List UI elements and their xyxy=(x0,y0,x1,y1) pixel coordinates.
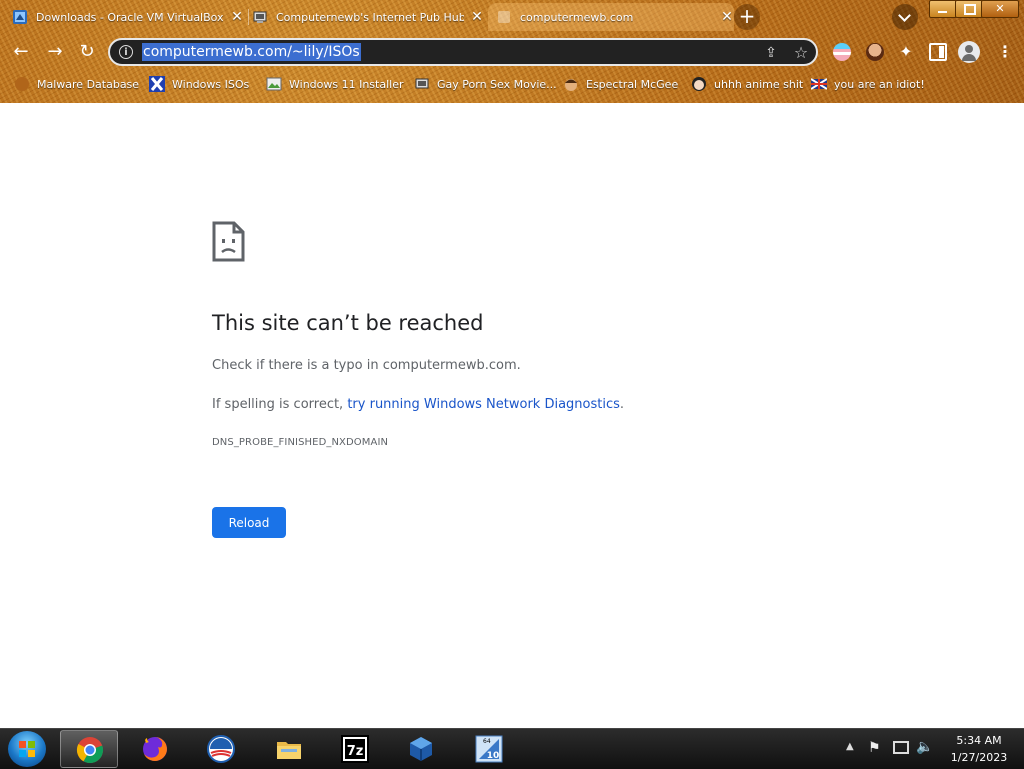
windows10-vm-icon: 64 10 xyxy=(475,735,503,763)
extensions-puzzle-icon[interactable]: ✦ xyxy=(897,43,915,61)
vm-64-label: 64 xyxy=(483,738,491,745)
chrome-logo-icon xyxy=(15,77,29,91)
bookmark-label: Gay Porn Sex Movie... xyxy=(437,77,557,91)
back-button[interactable]: ← xyxy=(8,39,34,65)
new-tab-button[interactable]: + xyxy=(734,4,760,30)
tab-close-icon[interactable]: ✕ xyxy=(470,10,484,24)
face-icon xyxy=(565,79,577,91)
forward-button[interactable]: → xyxy=(42,39,68,65)
tab-separator xyxy=(248,9,249,25)
obama-icon xyxy=(207,735,235,763)
generic-page-favicon-icon xyxy=(498,11,510,23)
bookmark-pub-hub[interactable]: Gay Porn Sex Movie... xyxy=(414,76,557,92)
action-center-flag-icon[interactable]: ⚑ xyxy=(868,740,881,756)
bookmark-espectral-mcgee[interactable]: Espectral McGee xyxy=(563,76,678,92)
taskbar-windows10-vm[interactable]: 64 10 xyxy=(460,730,518,768)
pub-hub-icon xyxy=(415,78,429,89)
bookmark-label: uhhh anime shit xyxy=(714,77,804,91)
bookmark-label: Windows ISOs xyxy=(172,77,250,91)
bookmark-anime[interactable]: uhhh anime shit xyxy=(691,76,803,92)
url-text[interactable]: computermewb.com/~lily/ISOs xyxy=(142,43,361,61)
sad-page-icon xyxy=(212,221,245,262)
clock-date[interactable]: 1/27/2023 xyxy=(940,751,1018,764)
browser-menu-icon[interactable]: ⋮ xyxy=(996,43,1014,61)
taskbar: 7z 64 10 ▲ ⚑ 🔈 5:34 AM 1/27/2023 xyxy=(0,728,1024,769)
virtualbox-icon xyxy=(410,737,432,761)
image-icon xyxy=(266,77,282,91)
maximize-button[interactable] xyxy=(955,0,983,18)
tab-close-icon[interactable]: ✕ xyxy=(230,10,244,24)
bookmark-malware-database[interactable]: Malware Database xyxy=(14,76,139,92)
avatar-extension-icon[interactable] xyxy=(866,43,884,61)
virtualbox-favicon-icon xyxy=(13,10,27,24)
firefox-icon xyxy=(143,737,167,761)
file-explorer-icon xyxy=(277,742,301,759)
bookmark-you-are-an-idiot[interactable]: you are an idiot! xyxy=(811,76,925,92)
tab-title: Computernewb's Internet Pub Hub xyxy=(276,10,464,24)
x-logo-icon xyxy=(149,76,165,92)
close-window-button[interactable] xyxy=(981,0,1019,18)
profile-avatar-icon[interactable] xyxy=(958,41,980,63)
vm-10-label: 10 xyxy=(487,751,500,761)
error-code: DNS_PROBE_FINISHED_NXDOMAIN xyxy=(212,437,389,448)
tab-close-icon[interactable]: ✕ xyxy=(720,10,734,24)
tab-computernewb-pub-hub[interactable]: Computernewb's Internet Pub Hub ✕ xyxy=(252,3,484,31)
start-button[interactable] xyxy=(8,731,46,767)
volume-icon[interactable]: 🔈 xyxy=(916,739,933,755)
bookmark-label: Espectral McGee xyxy=(586,77,679,91)
tab-downloads-virtualbox[interactable]: Downloads - Oracle VM VirtualBox ✕ xyxy=(12,3,244,31)
trans-flag-extension-icon[interactable] xyxy=(833,43,851,61)
tab-computermewb-active[interactable]: computermewb.com ✕ xyxy=(488,3,734,31)
typo-hint: Check if there is a typo in computermewb… xyxy=(212,358,521,373)
chrome-icon xyxy=(76,737,104,764)
tab-title: computermewb.com xyxy=(520,10,634,24)
tab-title: Downloads - Oracle VM VirtualBox xyxy=(36,10,224,24)
pub-hub-favicon-icon xyxy=(253,11,267,23)
address-bar[interactable]: i computermewb.com/~lily/ISOs ⇪ ☆ xyxy=(108,38,818,66)
error-page: This site can’t be reached Check if ther… xyxy=(0,103,1024,728)
share-icon[interactable]: ⇪ xyxy=(762,44,780,62)
reload-button[interactable]: Reload xyxy=(212,507,286,538)
network-icon[interactable] xyxy=(893,741,909,754)
taskbar-chrome[interactable] xyxy=(60,730,118,768)
7zip-label: 7z xyxy=(347,744,364,759)
bookmark-label: you are an idiot! xyxy=(834,77,925,91)
taskbar-firefox[interactable] xyxy=(126,730,184,768)
diagnostics-suffix: . xyxy=(619,397,625,412)
bookmark-label: Windows 11 Installer xyxy=(289,77,404,91)
clock-time[interactable]: 5:34 AM xyxy=(940,734,1018,747)
browser-chrome: Downloads - Oracle VM VirtualBox ✕ Compu… xyxy=(0,0,1024,103)
tray-overflow-chevron-icon[interactable]: ▲ xyxy=(846,741,854,752)
anime-icon xyxy=(692,77,706,91)
bookmark-windows-11-installer[interactable]: Windows 11 Installer xyxy=(266,76,404,92)
taskbar-obama-app[interactable] xyxy=(192,730,250,768)
uk-flag-icon xyxy=(811,78,827,90)
diagnostics-prefix: If spelling is correct, xyxy=(212,397,348,412)
taskbar-virtualbox[interactable] xyxy=(392,730,450,768)
bookmark-star-icon[interactable]: ☆ xyxy=(792,44,810,62)
network-diagnostics-link[interactable]: try running Windows Network Diagnostics xyxy=(347,397,620,412)
side-panel-icon[interactable] xyxy=(929,43,947,61)
taskbar-file-explorer[interactable] xyxy=(260,730,318,768)
diagnostics-hint: If spelling is correct, try running Wind… xyxy=(212,397,624,412)
site-info-icon[interactable]: i xyxy=(119,45,133,59)
bookmark-windows-isos[interactable]: Windows ISOs xyxy=(149,76,249,92)
bookmark-label: Malware Database xyxy=(37,77,140,91)
error-title: This site can’t be reached xyxy=(212,311,484,335)
taskbar-7zip[interactable]: 7z xyxy=(326,730,384,768)
reload-toolbar-button[interactable]: ↻ xyxy=(74,39,100,65)
tab-search-chevron-icon[interactable] xyxy=(892,4,918,30)
minimize-button[interactable] xyxy=(929,0,957,18)
7zip-icon: 7z xyxy=(341,735,369,763)
